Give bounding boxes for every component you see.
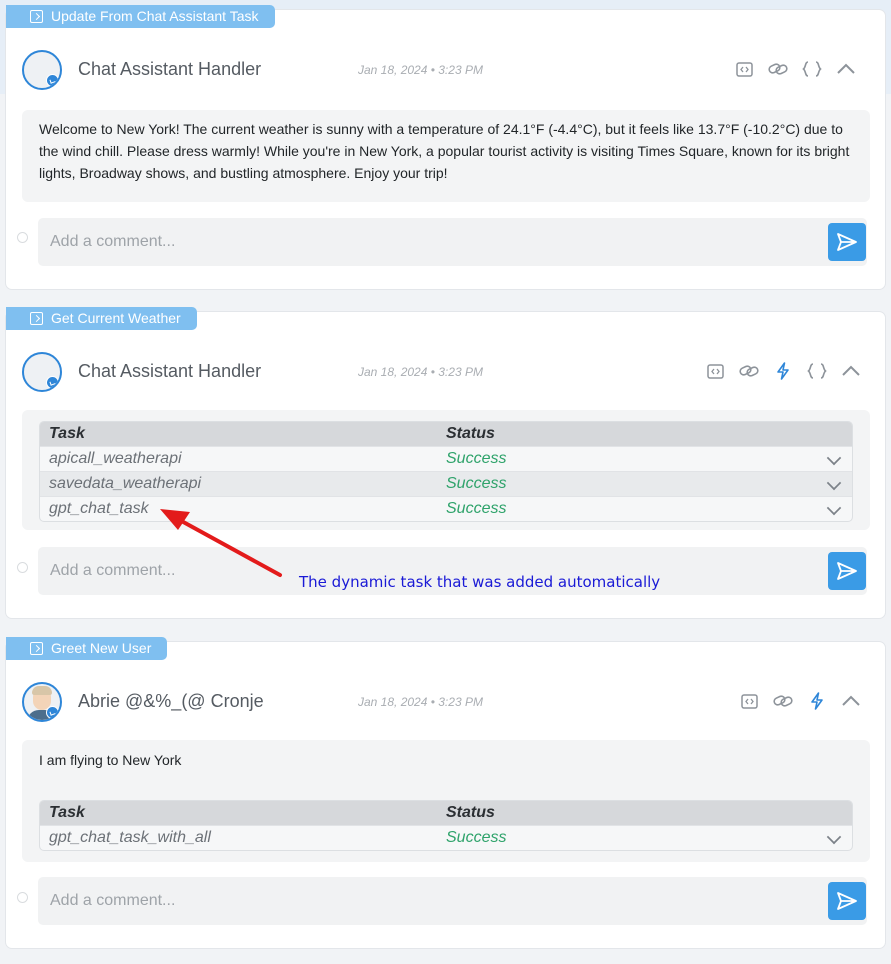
author-name[interactable]: Abrie @&%_(@ Cronje <box>78 691 264 712</box>
chevron-down-icon[interactable] <box>826 450 842 466</box>
column-header-status: Status <box>446 804 495 821</box>
status-dot <box>17 892 28 903</box>
column-header-status: Status <box>446 425 495 442</box>
bot-avatar[interactable] <box>22 50 62 90</box>
send-button[interactable] <box>828 552 866 590</box>
tag-icon <box>30 642 43 655</box>
task-status: Success <box>446 500 507 517</box>
message-text: Welcome to New York! The current weather… <box>39 121 850 181</box>
chevron-up-icon[interactable] <box>835 58 857 80</box>
send-icon <box>837 562 857 580</box>
send-button[interactable] <box>828 882 866 920</box>
bolt-icon[interactable] <box>772 360 794 382</box>
author-name[interactable]: Chat Assistant Handler <box>78 361 261 382</box>
avatar-hair <box>32 686 52 695</box>
activity-card-greet: Greet New User Abrie @&%_(@ Cronje Jan 1… <box>5 637 886 949</box>
send-icon <box>837 233 857 251</box>
table-row[interactable]: savedata_weatherapi Success <box>40 471 852 496</box>
table-header: Task Status <box>40 801 852 825</box>
code-icon[interactable] <box>733 58 755 80</box>
braces-icon[interactable] <box>801 58 823 80</box>
code-icon[interactable] <box>704 360 726 382</box>
link-icon[interactable] <box>772 690 794 712</box>
user-avatar[interactable] <box>22 682 62 722</box>
braces-icon[interactable] <box>806 360 828 382</box>
table-row[interactable]: gpt_chat_task Success <box>40 496 852 521</box>
status-dot <box>17 562 28 573</box>
table-row[interactable]: gpt_chat_task_with_all Success <box>40 825 852 850</box>
verified-badge-icon <box>46 74 59 87</box>
annotation-text: The dynamic task that was added automati… <box>299 573 661 591</box>
task-status: Success <box>446 475 507 492</box>
link-icon[interactable] <box>767 58 789 80</box>
card-actions <box>726 690 862 712</box>
status-dot <box>17 232 28 243</box>
card-actions <box>721 58 857 80</box>
chevron-up-icon[interactable] <box>840 360 862 382</box>
task-status: Success <box>446 450 507 467</box>
column-header-task: Task <box>49 804 85 821</box>
bot-avatar[interactable] <box>22 352 62 392</box>
activity-card-update: Update From Chat Assistant Task Chat Ass… <box>5 5 886 290</box>
task-table: Task Status apicall_weatherapi Success s… <box>39 421 853 522</box>
author-name[interactable]: Chat Assistant Handler <box>78 59 261 80</box>
link-icon[interactable] <box>738 360 760 382</box>
task-tag[interactable]: Get Current Weather <box>6 307 197 330</box>
message-text: I am flying to New York <box>39 752 182 768</box>
task-name: savedata_weatherapi <box>49 475 202 492</box>
send-button[interactable] <box>828 223 866 261</box>
chevron-down-icon[interactable] <box>826 475 842 491</box>
table-row[interactable]: apicall_weatherapi Success <box>40 446 852 471</box>
card-actions <box>692 360 862 382</box>
column-header-task: Task <box>49 425 85 442</box>
send-icon <box>837 892 857 910</box>
verified-badge-icon <box>46 706 59 719</box>
message-bubble: I am flying to New York Task Status gpt_… <box>22 740 870 862</box>
comment-input[interactable] <box>38 218 867 266</box>
verified-badge-icon <box>46 376 59 389</box>
comment-input[interactable] <box>38 877 867 925</box>
timestamp: Jan 18, 2024 • 3:23 PM <box>358 365 483 379</box>
bolt-icon[interactable] <box>806 690 828 712</box>
code-icon[interactable] <box>738 690 760 712</box>
task-tag[interactable]: Greet New User <box>6 637 168 660</box>
tag-icon <box>30 312 43 325</box>
task-table: Task Status gpt_chat_task_with_all Succe… <box>39 800 853 851</box>
task-table-container: Task Status apicall_weatherapi Success s… <box>22 410 870 530</box>
timestamp: Jan 18, 2024 • 3:23 PM <box>358 695 483 709</box>
task-status: Success <box>446 829 507 846</box>
task-tag[interactable]: Update From Chat Assistant Task <box>6 5 275 28</box>
timestamp: Jan 18, 2024 • 3:23 PM <box>358 63 483 77</box>
message-bubble: Welcome to New York! The current weather… <box>22 110 870 202</box>
chevron-down-icon[interactable] <box>826 500 842 516</box>
task-name: apicall_weatherapi <box>49 450 182 467</box>
chevron-up-icon[interactable] <box>840 690 862 712</box>
task-name: gpt_chat_task_with_all <box>49 829 211 846</box>
chevron-down-icon[interactable] <box>826 829 842 845</box>
tag-icon <box>30 10 43 23</box>
task-name: gpt_chat_task <box>49 500 149 517</box>
table-header: Task Status <box>40 422 852 446</box>
